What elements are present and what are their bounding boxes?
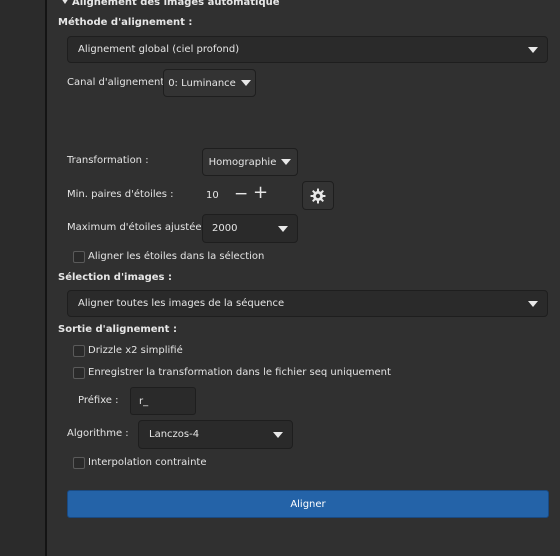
max-stars-value: 2000 [212, 223, 238, 234]
prefix-value: r_ [139, 395, 149, 407]
channel-select[interactable]: 0: Luminance [163, 69, 256, 97]
transform-label: Transformation : [67, 155, 149, 166]
drizzle-checkbox[interactable] [73, 345, 85, 357]
align-button[interactable]: Aligner [67, 490, 549, 518]
decrement-button[interactable]: − [234, 184, 248, 204]
chevron-down-icon [278, 225, 288, 232]
selection-select[interactable]: Aligner toutes les images de la séquence [67, 290, 548, 317]
selection-selected-text: Aligner toutes les images de la séquence [78, 298, 285, 309]
prefix-input[interactable]: r_ [130, 387, 196, 415]
channel-label: Canal d'alignement : [67, 77, 171, 88]
align-button-label: Aligner [290, 498, 326, 510]
interpolation-checkbox[interactable] [73, 457, 85, 469]
algorithm-select[interactable]: Lanczos-4 [138, 420, 293, 449]
star-settings-button[interactable] [302, 181, 334, 210]
section-expander[interactable]: Alignement des images automatique [61, 0, 280, 8]
section-title: Alignement des images automatique [72, 0, 280, 8]
prefix-label: Préfixe : [78, 395, 119, 406]
method-selected-text: Alignement global (ciel profond) [78, 44, 240, 55]
align-stars-selection-checkbox[interactable] [73, 251, 85, 263]
method-select[interactable]: Alignement global (ciel profond) [67, 36, 548, 63]
min-pairs-label: Min. paires d'étoiles : [67, 189, 174, 200]
align-stars-selection-label: Aligner les étoiles dans la sélection [88, 251, 265, 262]
chevron-down-icon [273, 431, 283, 438]
interpolation-label: Interpolation contrainte [88, 457, 207, 468]
chevron-down-icon [281, 159, 292, 165]
chevron-down-icon [528, 300, 538, 307]
max-stars-select[interactable]: 2000 [202, 214, 298, 243]
output-title: Sortie d'alignement : [58, 324, 177, 335]
left-gutter [0, 0, 45, 556]
transform-value: Homographie [208, 156, 277, 168]
increment-button[interactable]: + [253, 183, 268, 203]
save-transform-label: Enregistrer la transformation dans le fi… [88, 367, 391, 378]
selection-title: Sélection d'images : [58, 272, 172, 283]
chevron-down-icon [528, 46, 538, 53]
min-pairs-value: 10 [206, 189, 219, 201]
gear-icon [310, 188, 326, 203]
method-title: Méthode d'alignement : [58, 17, 193, 28]
transform-select[interactable]: Homographie [202, 148, 298, 176]
max-stars-label: Maximum d'étoiles ajustées : [67, 222, 214, 233]
algorithm-label: Algorithme : [67, 428, 129, 439]
drizzle-label: Drizzle x2 simplifié [88, 345, 183, 356]
expander-arrow-icon [61, 0, 69, 4]
channel-value: 0: Luminance [168, 77, 236, 89]
save-transform-checkbox[interactable] [73, 367, 85, 379]
algorithm-value: Lanczos-4 [149, 429, 200, 440]
chevron-down-icon [240, 80, 251, 86]
